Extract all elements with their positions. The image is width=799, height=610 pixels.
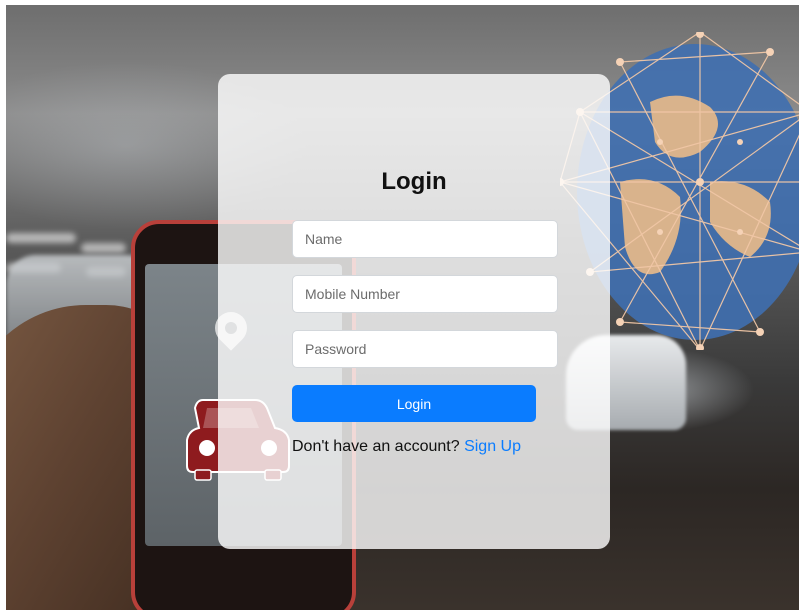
page-title: Login <box>381 168 447 195</box>
login-button[interactable]: Login <box>292 385 536 422</box>
mobile-number-field[interactable] <box>292 275 558 313</box>
signup-prompt-text: Don't have an account? <box>292 438 460 455</box>
signup-prompt-row: Don't have an account? Sign Up <box>292 438 521 456</box>
password-field[interactable] <box>292 330 558 368</box>
ceiling-light <box>6 233 76 243</box>
sign-up-link[interactable]: Sign Up <box>464 438 521 455</box>
name-field[interactable] <box>292 220 558 258</box>
ceiling-light <box>81 243 126 253</box>
